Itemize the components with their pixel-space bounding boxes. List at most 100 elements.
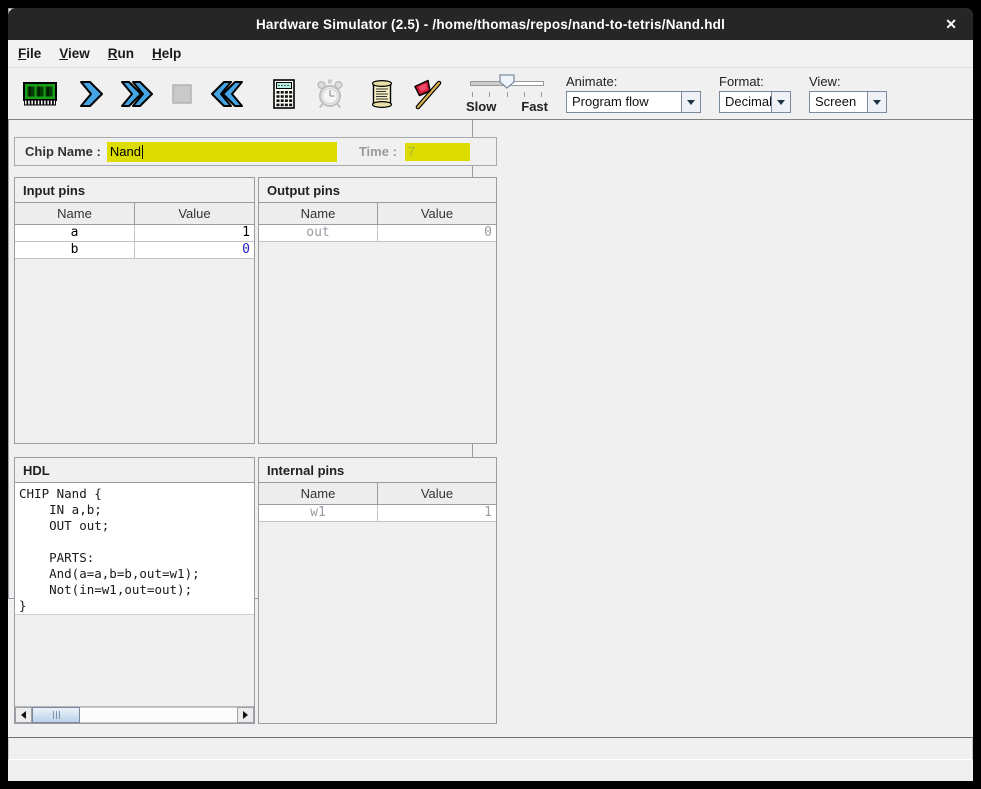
stop-button[interactable]	[160, 72, 204, 116]
code-line: PARTS:	[19, 550, 254, 566]
toolbar: Slow Fast Animate: Program flow Format: …	[8, 68, 973, 120]
code-line: }	[19, 598, 254, 614]
table-row: w1 1	[259, 504, 496, 521]
chip-name-label: Chip Name :	[25, 144, 101, 159]
time-value: 7	[408, 144, 415, 159]
time-field: 7	[405, 143, 470, 161]
chevron-down-icon[interactable]	[681, 92, 700, 112]
chevron-down-icon[interactable]	[771, 92, 790, 112]
pin-name-cell: b	[15, 241, 135, 258]
breakpoints-button[interactable]	[406, 72, 450, 116]
animate-label: Animate:	[566, 74, 701, 89]
load-chip-button[interactable]	[18, 72, 62, 116]
scrollbar-track[interactable]	[32, 707, 237, 723]
output-pins-title: Output pins	[259, 178, 496, 203]
format-group: Format: Decimal	[719, 74, 791, 113]
output-pins-table: Name Value out 0	[259, 203, 496, 242]
internal-pins-panel: Internal pins Name Value w1 1	[258, 457, 497, 724]
slider-ticks	[472, 92, 542, 97]
hdl-title: HDL	[15, 458, 254, 483]
time-label: Time :	[359, 144, 397, 159]
pin-value-cell[interactable]: 1	[135, 224, 255, 241]
pin-name-cell: w1	[259, 504, 378, 521]
menu-run[interactable]: Run	[108, 46, 134, 61]
reset-button[interactable]	[206, 72, 250, 116]
input-pins-panel: Input pins Name Value a 1 b 0	[14, 177, 255, 444]
column-header-value: Value	[378, 483, 497, 504]
animate-select[interactable]: Program flow	[566, 91, 701, 113]
chip-name-value: Nand	[110, 144, 141, 159]
close-icon[interactable]: ✕	[945, 16, 957, 32]
animate-value: Program flow	[567, 92, 681, 112]
pin-value-cell: 0	[378, 224, 497, 241]
menu-view[interactable]: View	[59, 46, 90, 61]
table-row: a 1	[15, 224, 254, 241]
fast-forward-icon	[119, 77, 153, 111]
text-caret	[142, 145, 143, 159]
input-pins-table: Name Value a 1 b 0	[15, 203, 254, 259]
pin-value-cell[interactable]: 0	[135, 241, 255, 258]
clock-button[interactable]	[308, 72, 352, 116]
format-value: Decimal	[720, 92, 771, 112]
view-label: View:	[809, 74, 887, 89]
calculator-icon	[267, 77, 301, 111]
table-row: b 0	[15, 241, 254, 258]
footer-strip	[8, 761, 973, 781]
memory-chip-icon	[22, 77, 58, 111]
internal-pins-title: Internal pins	[259, 458, 496, 483]
table-row: out 0	[259, 224, 496, 241]
calculator-button[interactable]	[262, 72, 306, 116]
hdl-horizontal-scrollbar[interactable]	[15, 706, 254, 723]
slider-thumb[interactable]	[499, 74, 515, 94]
menu-file[interactable]: File	[18, 46, 41, 61]
code-line: IN a,b;	[19, 502, 254, 518]
step-forward-icon	[73, 77, 107, 111]
speed-slider[interactable]: Slow Fast	[466, 72, 548, 116]
format-label: Format:	[719, 74, 791, 89]
stop-square-icon	[165, 77, 199, 111]
slider-fast-label: Fast	[521, 99, 548, 114]
code-line: CHIP Nand {	[19, 486, 254, 502]
scrollbar-thumb[interactable]	[32, 707, 80, 723]
chip-name-input[interactable]: Nand	[107, 142, 337, 162]
rewind-icon	[211, 77, 245, 111]
hdl-code-area[interactable]: CHIP Nand { IN a,b; OUT out; PARTS: And(…	[15, 483, 254, 615]
menu-help[interactable]: Help	[152, 46, 181, 61]
column-header-name: Name	[259, 483, 378, 504]
column-header-name: Name	[15, 203, 135, 224]
code-line	[19, 534, 254, 550]
code-line: And(a=a,b=b,out=w1);	[19, 566, 254, 582]
view-group: View: Screen	[809, 74, 887, 113]
app-window: Hardware Simulator (2.5) - /home/thomas/…	[8, 8, 973, 781]
internal-pins-table: Name Value w1 1	[259, 483, 496, 522]
pin-name-cell: out	[259, 224, 378, 241]
scroll-right-arrow-icon[interactable]	[237, 707, 254, 723]
window-title: Hardware Simulator (2.5) - /home/thomas/…	[256, 17, 725, 32]
pin-value-cell: 1	[378, 504, 497, 521]
script-button[interactable]	[360, 72, 404, 116]
code-line: Not(in=w1,out=out);	[19, 582, 254, 598]
view-value: Screen	[810, 92, 867, 112]
column-header-value: Value	[378, 203, 497, 224]
screen-frame: Hardware Simulator (2.5) - /home/thomas/…	[0, 0, 981, 789]
code-line: OUT out;	[19, 518, 254, 534]
column-header-name: Name	[259, 203, 378, 224]
format-select[interactable]: Decimal	[719, 91, 791, 113]
scroll-icon	[365, 77, 399, 111]
flag-icon	[411, 77, 445, 111]
status-message-bar	[8, 737, 973, 760]
chevron-down-icon[interactable]	[867, 92, 886, 112]
view-select[interactable]: Screen	[809, 91, 887, 113]
run-button[interactable]	[114, 72, 158, 116]
chip-name-bar: Chip Name : Nand Time : 7	[14, 137, 497, 166]
single-step-button[interactable]	[68, 72, 112, 116]
input-pins-title: Input pins	[15, 178, 254, 203]
column-header-value: Value	[135, 203, 255, 224]
hdl-panel: HDL CHIP Nand { IN a,b; OUT out; PARTS: …	[14, 457, 255, 724]
output-pins-panel: Output pins Name Value out 0	[258, 177, 497, 444]
slider-slow-label: Slow	[466, 99, 496, 114]
menu-bar: File View Run Help	[8, 40, 973, 68]
alarm-clock-icon	[313, 77, 347, 111]
scroll-left-arrow-icon[interactable]	[15, 707, 32, 723]
title-bar: Hardware Simulator (2.5) - /home/thomas/…	[8, 8, 973, 40]
